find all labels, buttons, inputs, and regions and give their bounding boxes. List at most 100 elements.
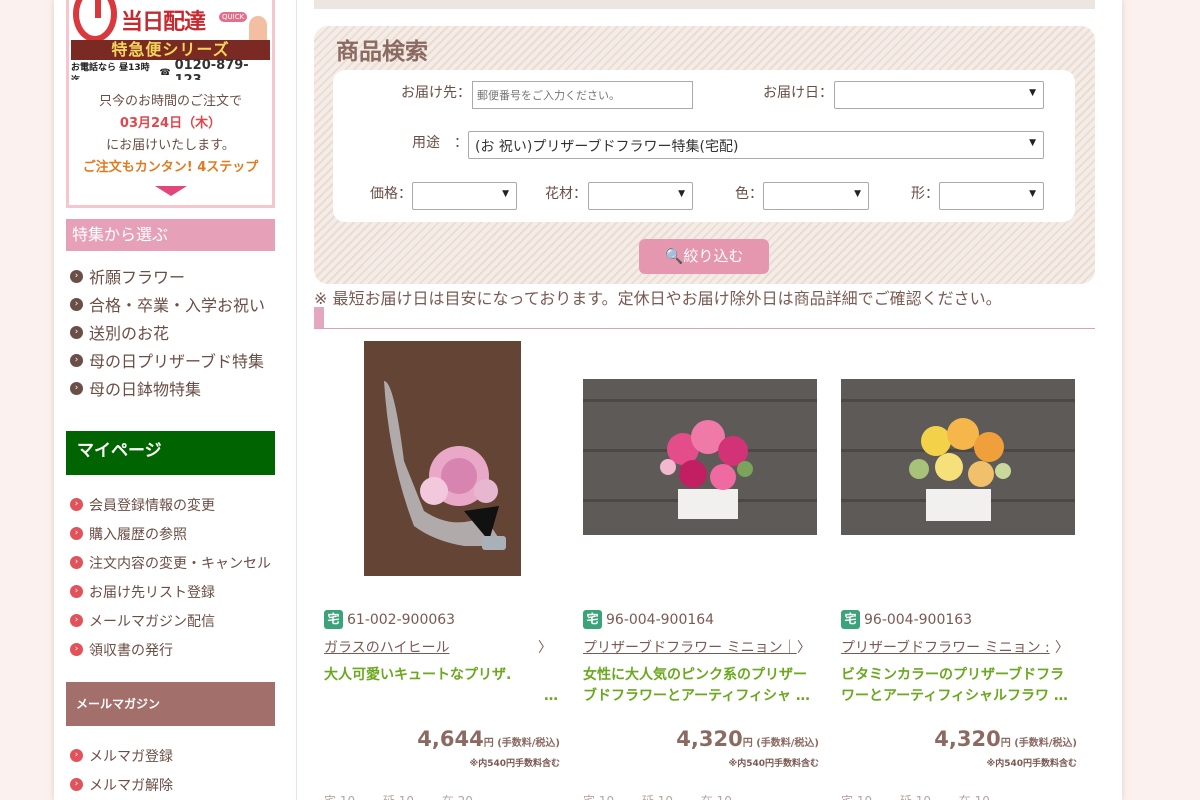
- arrow-circle-icon: ›: [70, 498, 83, 511]
- feature-item-label: 母の日鉢物特集: [89, 380, 202, 399]
- price-unit: 円 (手数料/税込): [742, 738, 819, 749]
- product-code: 96-004-900163: [864, 611, 973, 628]
- home-delivery-badge: 宅: [583, 610, 602, 629]
- price-label: 価格：: [370, 186, 412, 202]
- mypage-item[interactable]: › 領収書の発行: [70, 635, 271, 664]
- search-form: お届け先： お届け日： ▼ 用途 ： (お 祝い)プリザーブドフラワー特集(宅配…: [333, 70, 1075, 222]
- same-day-delivery-banner[interactable]: 当日配達 QUICK 特急便シリーズ お電話なら 昼13時迄 ☎ 0120-87…: [66, 0, 275, 208]
- quick-badge: QUICK: [219, 12, 248, 22]
- mypage-item[interactable]: › 購入履歴の参照: [70, 519, 271, 548]
- mail-item[interactable]: › メルマガ登録: [70, 741, 173, 770]
- product-code-row: 宅 96-004-900163: [841, 610, 972, 629]
- delivery-note: ※ 最短お届け日は目安になっております。定休日やお届け除外日は商品詳細でご確認く…: [314, 289, 1002, 308]
- feature-item[interactable]: › 母の日鉢物特集: [70, 374, 265, 402]
- fee-note: ※内540円手数料含む: [728, 759, 819, 769]
- arrow-circle-icon: ›: [70, 325, 83, 339]
- product-price: 4,320円 (手数料/税込): [934, 727, 1077, 751]
- product-code: 96-004-900164: [606, 611, 715, 628]
- price-value: 4,320: [934, 727, 1001, 751]
- section-divider: [314, 307, 1095, 329]
- product-image-yellow-arrangement[interactable]: [841, 379, 1075, 535]
- banner-order-text: 只今のお時間のご注文で: [98, 94, 242, 109]
- feature-item-label: 合格・卒業・入学お祝い: [89, 296, 266, 315]
- purpose-value: (お 祝い)プリザーブドフラワー特集(宅配): [475, 139, 739, 155]
- chevron-right-icon[interactable]: 〉: [538, 637, 552, 657]
- home-delivery-badge: 宅: [324, 610, 343, 629]
- banner-header: 当日配達 QUICK 特急便シリーズ お電話なら 昼13時迄 ☎ 0120-87…: [69, 0, 272, 80]
- product-image-glass-heel[interactable]: [364, 341, 521, 576]
- phone-prefix: お電話なら 昼13時迄: [71, 63, 150, 80]
- filter-button-label: 絞り込む: [683, 247, 744, 265]
- phone-icon: ☎: [159, 68, 171, 78]
- product-description-ellipsis: …: [544, 688, 558, 704]
- mypage-item-label: 注文内容の変更・キャンセル: [89, 555, 271, 572]
- mail-item[interactable]: › メルマガ解除: [70, 770, 173, 799]
- mypage-item[interactable]: › メールマガジン配信: [70, 606, 271, 635]
- material-select[interactable]: ▼: [588, 182, 693, 210]
- filter-button[interactable]: 🔍絞り込む: [639, 239, 769, 274]
- mypage-item-label: お届け先リスト登録: [89, 584, 215, 601]
- page-container: 当日配達 QUICK 特急便シリーズ お電話なら 昼13時迄 ☎ 0120-87…: [54, 0, 1122, 800]
- dropdown-caret-icon: ▼: [854, 189, 861, 199]
- mail-magazine-heading: メールマガジン: [66, 682, 275, 726]
- product-description: 大人可愛いキュートなプリザ. …: [324, 665, 558, 707]
- banner-deliver-text: にお届けいたします。: [106, 138, 235, 153]
- feature-item-label: 祈願フラワー: [89, 268, 186, 287]
- arrow-circle-icon: ›: [70, 381, 83, 395]
- feature-heading: 特集から選ぶ: [66, 219, 275, 251]
- mypage-item[interactable]: › お届け先リスト登録: [70, 577, 271, 606]
- chevron-right-icon[interactable]: 〉: [797, 637, 811, 657]
- product-price: 4,644円 (手数料/税込): [417, 727, 560, 751]
- shape-select[interactable]: ▼: [939, 182, 1044, 210]
- color-label: 色：: [735, 186, 763, 202]
- arrow-circle-icon: ›: [70, 614, 83, 627]
- product-name-link[interactable]: プリザーブドフラワー ミニョン｜: [583, 637, 813, 657]
- arrow-circle-icon: ›: [70, 353, 83, 367]
- product-description-text: 女性に大人気のピンク系のプリザーブドフラワーとアーティフィシャ …: [583, 667, 810, 704]
- shape-label: 形：: [911, 186, 939, 202]
- arrow-circle-icon: ›: [70, 297, 83, 311]
- product-description-text: 大人可愛いキュートなプリザ.: [324, 667, 512, 683]
- price-unit: 円 (手数料/税込): [483, 738, 560, 749]
- mail-item-label: メルマガ登録: [89, 748, 173, 765]
- feature-item[interactable]: › 送別のお花: [70, 318, 265, 346]
- product-code: 61-002-900063: [347, 611, 456, 628]
- color-select[interactable]: ▼: [763, 182, 869, 210]
- dropdown-caret-icon: ▼: [1029, 189, 1036, 199]
- purpose-select[interactable]: (お 祝い)プリザーブドフラワー特集(宅配) ▼: [468, 131, 1044, 159]
- mypage-item[interactable]: › 会員登録情報の変更: [70, 490, 271, 519]
- phone-number: 0120-879-123: [174, 58, 249, 80]
- product-description: 女性に大人気のピンク系のプリザーブドフラワーとアーティフィシャ …: [583, 665, 817, 707]
- arrow-circle-icon: ›: [70, 778, 83, 791]
- postal-code-input[interactable]: [472, 81, 693, 109]
- arrow-circle-icon: ›: [70, 269, 83, 283]
- arrow-circle-icon: ›: [70, 749, 83, 762]
- price-select[interactable]: ▼: [412, 182, 517, 210]
- mypage-item[interactable]: › 注文内容の変更・キャンセル: [70, 548, 271, 577]
- product-name-link[interactable]: ガラスのハイヒール: [324, 637, 554, 657]
- arrow-circle-icon: ›: [70, 585, 83, 598]
- delivery-to-label: お届け先：: [401, 85, 471, 101]
- banner-down-arrow-icon: [155, 186, 187, 196]
- price-value: 4,320: [676, 727, 743, 751]
- delivery-date-select[interactable]: ▼: [834, 81, 1044, 109]
- feature-item[interactable]: › 祈願フラワー: [70, 262, 265, 290]
- main-content: 商品検索 お届け先： お届け日： ▼ 用途 ： (お 祝い)プリザーブドフラワー…: [297, 0, 1122, 800]
- dropdown-caret-icon: ▼: [678, 189, 685, 199]
- product-description: ビタミンカラーのプリザーブドフラワーとアーティフィシャルフラワ …: [841, 665, 1075, 707]
- sidebar: 当日配達 QUICK 特急便シリーズ お電話なら 昼13時迄 ☎ 0120-87…: [54, 0, 297, 800]
- product-image-pink-arrangement[interactable]: [583, 379, 817, 535]
- mypage-heading: マイページ: [66, 431, 275, 475]
- feature-item[interactable]: › 母の日プリザーブド特集: [70, 346, 265, 374]
- arrow-circle-icon: ›: [70, 556, 83, 569]
- fee-note: ※内540円手数料含む: [469, 759, 560, 769]
- banner-delivery-date: 03月24日（木）: [119, 116, 222, 131]
- chevron-right-icon[interactable]: 〉: [1055, 637, 1069, 657]
- dropdown-caret-icon: ▼: [1029, 88, 1036, 98]
- arrow-circle-icon: ›: [70, 643, 83, 656]
- product-name-link[interactable]: プリザーブドフラワー ミニョン :: [841, 637, 1071, 657]
- feature-list: › 祈願フラワー › 合格・卒業・入学お祝い › 送別のお花 › 母の日プリザーブド特集…: [70, 262, 265, 402]
- feature-item[interactable]: › 合格・卒業・入学お祝い: [70, 290, 265, 318]
- search-title: 商品検索: [336, 39, 428, 65]
- material-label: 花材：: [545, 186, 587, 202]
